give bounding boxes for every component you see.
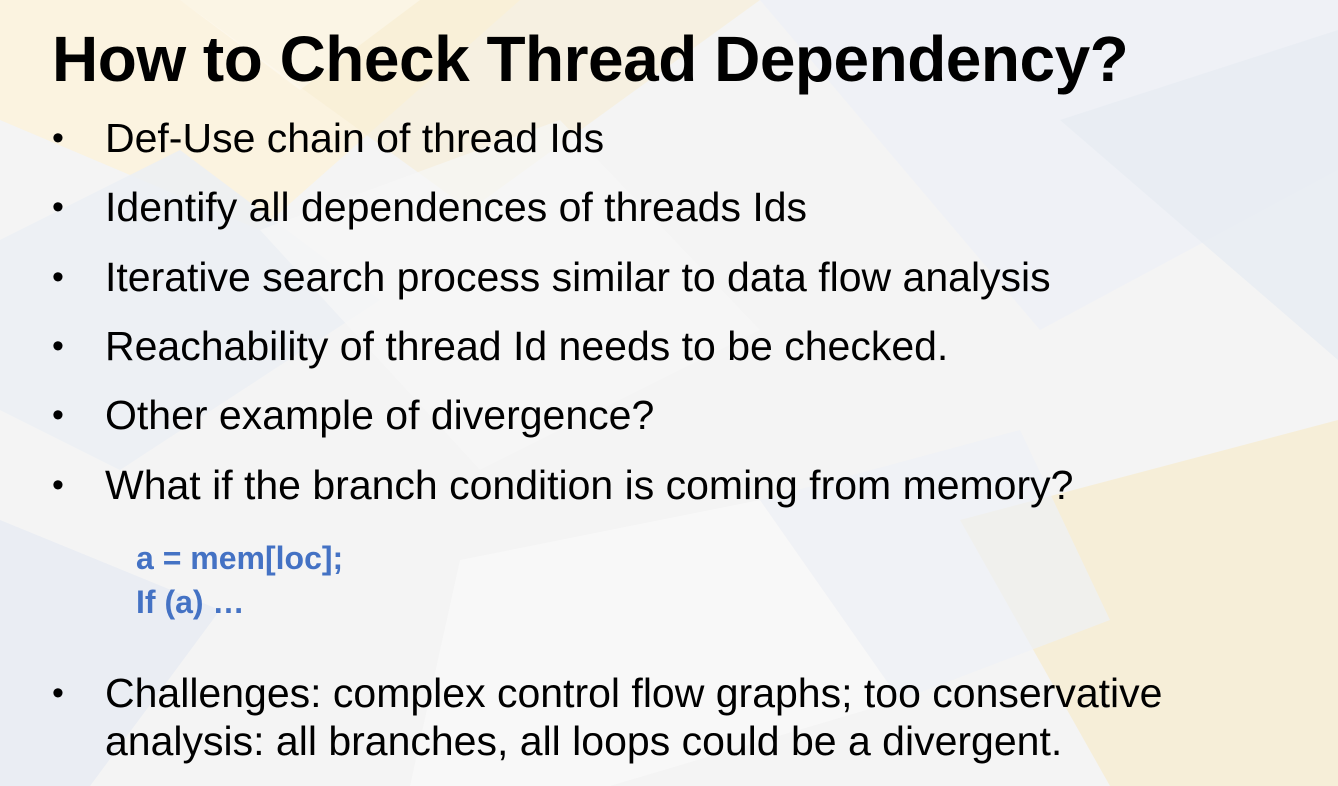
slide: How to Check Thread Dependency? • Def-Us… — [0, 0, 1338, 786]
bullet-point-icon: • — [52, 396, 64, 434]
bullet-text: Reachability of thread Id needs to be ch… — [105, 323, 949, 369]
code-line: a = mem[loc]; — [136, 540, 344, 576]
bullet-text: What if the branch condition is coming f… — [105, 462, 1074, 508]
bullet-point-icon: • — [52, 119, 64, 157]
bullet-text: Challenges: complex control flow graphs;… — [105, 670, 1163, 764]
bullet-text: Def-Use chain of thread Ids — [105, 115, 605, 161]
bullet-point-icon: • — [52, 188, 64, 226]
bullet-text: Iterative search process similar to data… — [105, 254, 1051, 300]
code-snippet: a = mem[loc]; If (a) … — [136, 536, 343, 624]
bullet-text: Other example of divergence? — [105, 392, 655, 438]
bullet-point-icon: • — [52, 258, 64, 296]
bullet-text: Identify all dependences of threads Ids — [105, 184, 808, 230]
bullet-point-icon: • — [52, 327, 64, 365]
code-line: If (a) … — [136, 584, 245, 620]
bullet-point-icon: • — [52, 674, 64, 712]
slide-title: How to Check Thread Dependency? — [52, 23, 1129, 95]
bullet-point-icon: • — [52, 466, 64, 504]
